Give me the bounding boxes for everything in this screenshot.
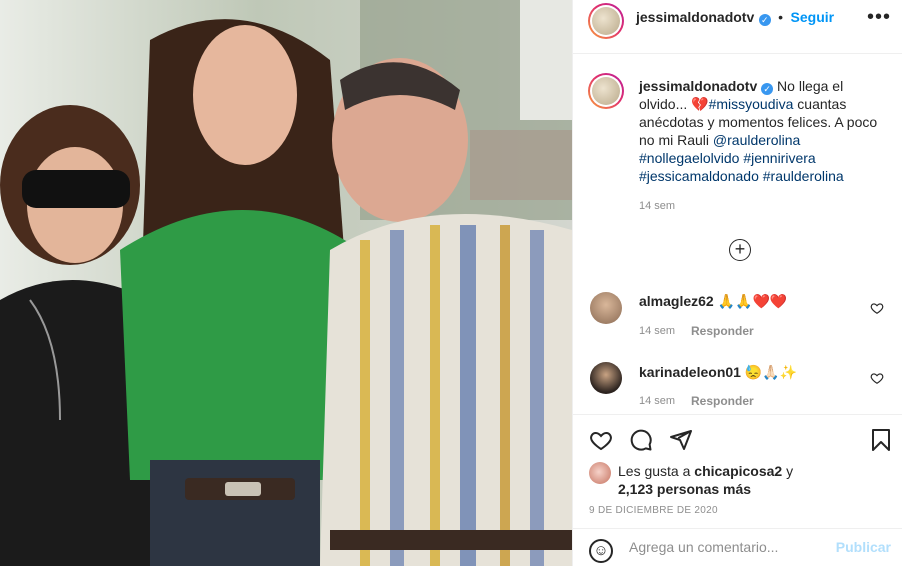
liker-avatar[interactable] xyxy=(589,462,611,484)
caption-avatar[interactable] xyxy=(588,73,624,109)
commenter-avatar[interactable] xyxy=(590,292,622,324)
liker-username[interactable]: chicapicosa2 xyxy=(694,463,782,479)
share-send-icon[interactable] xyxy=(669,428,693,452)
comment-item: almaglez62 🙏🙏❤️❤️ xyxy=(639,293,787,310)
likes-prefix: Les gusta a xyxy=(618,463,695,479)
reply-button[interactable]: Responder xyxy=(691,394,754,408)
load-more-comments-icon[interactable]: + xyxy=(729,239,751,261)
like-comment-heart-icon[interactable] xyxy=(870,301,884,315)
hashtag-jessicamaldonado[interactable]: #jessicamaldonado xyxy=(639,168,759,184)
comment-text: 😓🙏🏻✨ xyxy=(744,364,798,380)
likes-joiner: y xyxy=(782,463,794,479)
comment-composer: ☺ Agrega un comentario... Publicar xyxy=(573,528,902,566)
caption-time[interactable]: 14 sem xyxy=(639,200,675,212)
commenter-avatar[interactable] xyxy=(590,362,622,394)
dot-separator: • xyxy=(778,9,784,25)
like-heart-icon[interactable] xyxy=(589,428,613,452)
author-username[interactable]: jessimaldonadotv xyxy=(636,9,754,25)
like-comment-heart-icon[interactable] xyxy=(870,371,884,385)
comment-text: 🙏🙏❤️❤️ xyxy=(717,293,788,309)
hashtag-nollegaelolvido[interactable]: #nollegaelolvido xyxy=(639,150,739,166)
post-header: jessimaldonadotv ✓ • Seguir ••• xyxy=(573,0,902,54)
comment-input[interactable]: Agrega un comentario... xyxy=(629,539,778,555)
broken-heart-emoji: 💔 xyxy=(691,96,709,112)
photo-illustration xyxy=(0,0,572,566)
save-bookmark-icon[interactable] xyxy=(870,428,892,452)
caption-username[interactable]: jessimaldonadotv xyxy=(639,78,757,94)
follow-button[interactable]: Seguir xyxy=(791,9,835,25)
hashtag-missyoudiva[interactable]: #missyoudiva xyxy=(709,96,794,112)
reply-button[interactable]: Responder xyxy=(691,324,754,338)
verified-badge-icon: ✓ xyxy=(758,14,771,26)
post-date[interactable]: 9 DE DICIEMBRE DE 2020 xyxy=(589,505,718,516)
likes-summary: Les gusta a chicapicosa2 y 2,123 persona… xyxy=(618,462,793,498)
hashtag-jennirivera[interactable]: #jennirivera xyxy=(743,150,815,166)
likes-count[interactable]: 2,123 personas más xyxy=(618,481,751,497)
comment-item: karinadeleon01 😓🙏🏻✨ xyxy=(639,364,797,381)
author-avatar[interactable] xyxy=(588,3,624,39)
post-panel: jessimaldonadotv ✓ • Seguir ••• jessimal… xyxy=(572,0,902,566)
hashtag-raulderolina[interactable]: #raulderolina xyxy=(763,168,844,184)
post-caption: jessimaldonadotv ✓ No llega el olvido...… xyxy=(639,77,889,185)
publish-button[interactable]: Publicar xyxy=(836,539,891,555)
post-photo[interactable] xyxy=(0,0,572,566)
comment-username[interactable]: karinadeleon01 xyxy=(639,364,741,380)
more-options-icon[interactable]: ••• xyxy=(867,6,891,29)
comment-time[interactable]: 14 sem xyxy=(639,395,675,407)
comment-username[interactable]: almaglez62 xyxy=(639,293,714,309)
mention-raulderolina[interactable]: @raulderolina xyxy=(713,132,800,148)
comment-time[interactable]: 14 sem xyxy=(639,325,675,337)
comment-bubble-icon[interactable] xyxy=(629,428,653,452)
verified-badge-icon: ✓ xyxy=(761,83,774,95)
emoji-icon[interactable]: ☺ xyxy=(589,539,613,563)
